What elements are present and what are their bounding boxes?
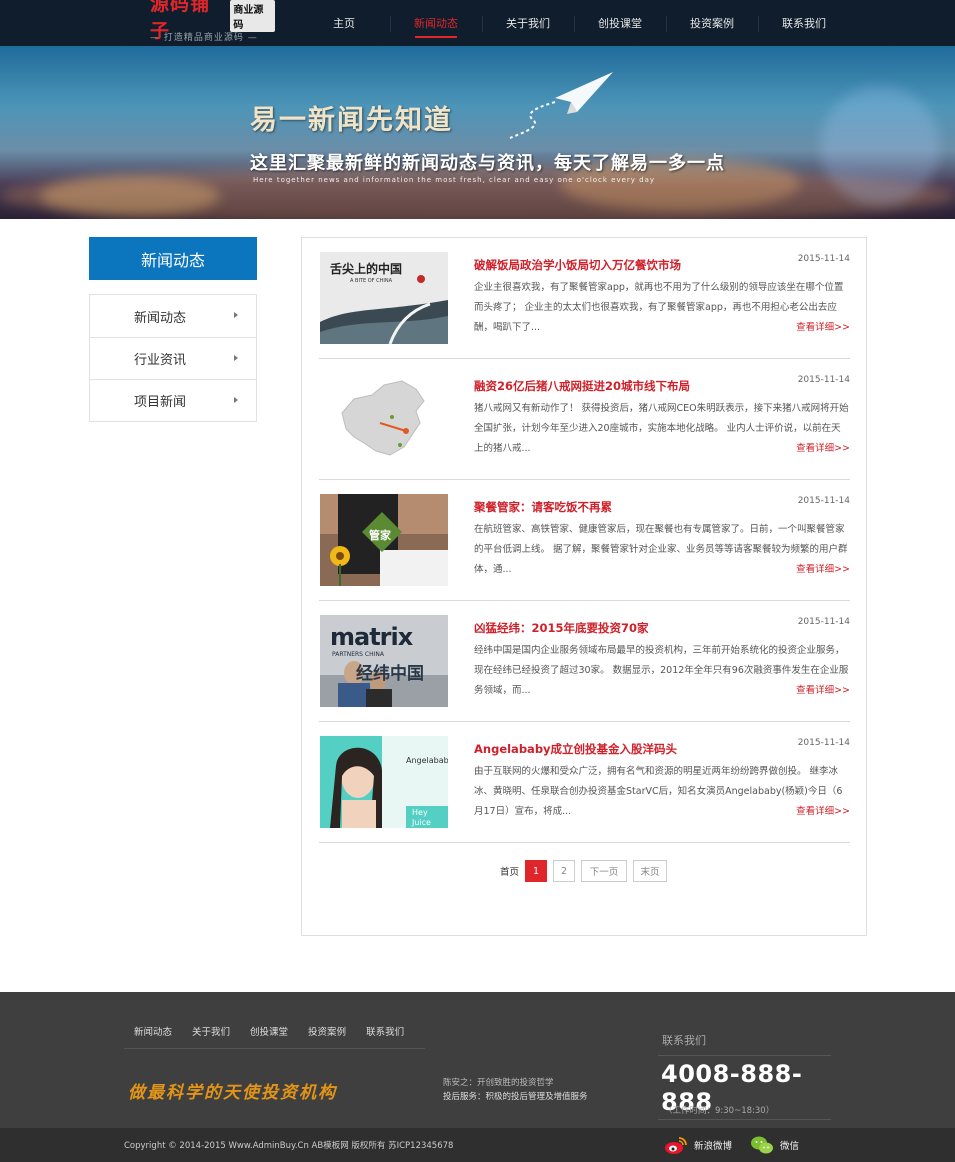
news-thumbnail[interactable] — [320, 373, 448, 465]
caret-right-icon — [234, 312, 238, 318]
site-header: 源码铺子 商业源码 — 打造精品商业源码 — 主页 新闻动态 关于我们 创投课堂… — [0, 0, 955, 46]
news-thumbnail[interactable]: 舌尖上的中国 A BITE OF CHINA — [320, 252, 448, 344]
news-thumbnail[interactable]: matrix PARTNERS CHINA 经纬中国 — [320, 615, 448, 707]
news-thumbnail[interactable]: 管家 — [320, 494, 448, 586]
news-list-panel: 舌尖上的中国 A BITE OF CHINA 破解饭局政治学小饭局切入万亿餐饮市… — [301, 237, 867, 936]
news-item: Angelababy Hey Juice Angelababy成立创投基金入股洋… — [319, 722, 850, 843]
news-date: 2015-11-14 — [797, 617, 850, 627]
main-nav: 主页 新闻动态 关于我们 创投课堂 投资案例 联系我们 — [298, 0, 850, 46]
news-summary: 猪八戒网又有新动作了！ 获得投资后，猪八戒网CEO朱明跃表示，接下来猪八戒网将开… — [474, 403, 849, 454]
read-more-link[interactable]: 查看详细>> — [796, 803, 850, 817]
china-map-icon — [320, 373, 448, 465]
read-more-link[interactable]: 查看详细>> — [796, 682, 850, 696]
footer-contact-title: 联系我们 — [662, 1034, 706, 1047]
news-date: 2015-11-14 — [797, 738, 850, 748]
thumb-subcaption: A BITE OF CHINA — [350, 278, 393, 284]
thumb-caption: matrix — [330, 623, 413, 651]
weibo-link[interactable]: 新浪微博 — [664, 1135, 732, 1155]
banner-subtitle-en: Here together news and information the m… — [253, 176, 656, 184]
read-more-link[interactable]: 查看详细>> — [796, 319, 850, 333]
thumb-caption-cn: 经纬中国 — [356, 664, 424, 684]
site-logo[interactable]: 源码铺子 商业源码 — 打造精品商业源码 — — [150, 0, 275, 43]
thumb-caption: Angelababy — [406, 756, 448, 765]
logo-tagline: — 打造精品商业源码 — — [150, 33, 258, 43]
sidebar-title: 新闻动态 — [89, 237, 257, 280]
logo-badge: 商业源码 — [230, 0, 275, 32]
thumb-subcaption: Hey Juice — [412, 808, 431, 827]
banner-title: 易一新闻先知道 — [250, 105, 453, 136]
news-summary: 在航班管家、高铁管家、健康管家后，现在聚餐也有专属管家了。日前，一个叫聚餐管家的… — [474, 524, 848, 575]
nav-item-home[interactable]: 主页 — [298, 0, 390, 46]
thumb-subcaption: PARTNERS CHINA — [332, 651, 384, 658]
copyright-text: Copyright © 2014-2015 Www.AdminBuy.Cn AB… — [124, 1141, 454, 1151]
pagination-last[interactable]: 末页 — [633, 860, 668, 882]
pagination-page-1[interactable]: 1 — [525, 860, 548, 882]
news-title-link[interactable]: Angelababy成立创投基金入股洋码头 — [474, 741, 677, 757]
wechat-link[interactable]: 微信 — [750, 1135, 799, 1155]
news-summary: 企业主很喜欢我，有了聚餐管家app，就再也不用为了什么级别的领导应该坐在哪个位置… — [474, 282, 844, 333]
wechat-icon — [751, 1136, 773, 1154]
footer-note: 陈安之：开创致胜的投资哲学 投后服务：积极的投后管理及增值服务 — [443, 1076, 588, 1104]
pagination: 首页 1 2 下一页 末页 — [500, 860, 673, 882]
news-item: matrix PARTNERS CHINA 经纬中国 凶猛经纬：2015年底要投… — [319, 601, 850, 722]
pagination-page-2[interactable]: 2 — [553, 860, 576, 882]
caret-right-icon — [234, 397, 238, 403]
footer-hours: （工作时间：9:30~18:30） — [664, 1106, 775, 1116]
footer-note-line: 投后服务：积极的投后管理及增值服务 — [443, 1092, 588, 1102]
news-item: 融资26亿后猪八戒网挺进20城市线下布局 2015-11-14 猪八戒网又有新动… — [319, 359, 850, 480]
paper-plane-icon — [509, 72, 613, 139]
sidebar-item-label: 项目新闻 — [134, 395, 187, 410]
news-item: 舌尖上的中国 A BITE OF CHINA 破解饭局政治学小饭局切入万亿餐饮市… — [319, 238, 850, 359]
footer-link-cases[interactable]: 投资案例 — [298, 1024, 356, 1038]
news-title-link[interactable]: 破解饭局政治学小饭局切入万亿餐饮市场 — [474, 257, 681, 273]
weibo-icon — [665, 1137, 687, 1154]
sidebar-item-label: 新闻动态 — [134, 310, 187, 326]
news-date: 2015-11-14 — [797, 496, 850, 506]
weibo-label: 新浪微博 — [694, 1141, 733, 1152]
footer-note-line: 陈安之：开创致胜的投资哲学 — [443, 1078, 554, 1088]
news-summary: 由于互联网的火爆和受众广泛，拥有名气和资源的明星近两年纷纷跨界做创投。 继李冰冰… — [474, 766, 843, 817]
footer-nav: 新闻动态 关于我们 创投课堂 投资案例 联系我们 — [124, 1024, 425, 1049]
pagination-first[interactable]: 首页 — [500, 864, 519, 878]
hero-banner: 易一新闻先知道 这里汇聚最新鲜的新闻动态与资讯，每天了解易一多一点 Here t… — [0, 46, 955, 219]
nav-item-cases[interactable]: 投资案例 — [666, 0, 758, 46]
banner-subtitle: 这里汇聚最新鲜的新闻动态与资讯，每天了解易一多一点 — [250, 153, 725, 174]
nav-item-class[interactable]: 创投课堂 — [574, 0, 666, 46]
footer-link-news[interactable]: 新闻动态 — [124, 1024, 182, 1038]
footer-link-class[interactable]: 创投课堂 — [240, 1024, 298, 1038]
sidebar-item-industry[interactable]: 行业资讯 — [90, 337, 256, 379]
news-title-link[interactable]: 聚餐管家：请客吃饭不再累 — [474, 499, 612, 515]
nav-item-contact[interactable]: 联系我们 — [758, 0, 850, 46]
news-date: 2015-11-14 — [797, 254, 850, 264]
news-thumbnail[interactable]: Angelababy Hey Juice — [320, 736, 448, 828]
sidebar-item-news[interactable]: 新闻动态 — [90, 295, 256, 337]
sidebar-item-label: 行业资讯 — [134, 353, 187, 368]
footer-link-contact[interactable]: 联系我们 — [356, 1024, 414, 1038]
news-title-link[interactable]: 凶猛经纬：2015年底要投资70家 — [474, 620, 649, 636]
wechat-label: 微信 — [780, 1141, 800, 1152]
thumb-caption: 舌尖上的中国 — [330, 262, 403, 276]
news-summary: 经纬中国是国内企业服务领域布局最早的投资机构，三年前开始系统化的投资企业服务，现… — [474, 645, 849, 696]
news-date: 2015-11-14 — [797, 375, 850, 385]
pagination-next[interactable]: 下一页 — [581, 860, 628, 882]
nav-item-news[interactable]: 新闻动态 — [390, 0, 482, 46]
read-more-link[interactable]: 查看详细>> — [796, 561, 850, 575]
footer-link-about[interactable]: 关于我们 — [182, 1024, 240, 1038]
footer-bottom-bar: Copyright © 2014-2015 Www.AdminBuy.Cn AB… — [0, 1128, 955, 1162]
site-footer: 新闻动态 关于我们 创投课堂 投资案例 联系我们 做最科学的天使投资机构 陈安之… — [0, 992, 955, 1128]
read-more-link[interactable]: 查看详细>> — [796, 440, 850, 454]
caret-right-icon — [234, 355, 238, 361]
sidebar-menu: 新闻动态 行业资讯 项目新闻 — [89, 294, 257, 422]
nav-item-about[interactable]: 关于我们 — [482, 0, 574, 46]
thumb-caption: 管家 — [369, 529, 391, 542]
news-item: 管家 聚餐管家：请客吃饭不再累 2015-11-14 在航班管家、高铁管家、健康… — [319, 480, 850, 601]
news-title-link[interactable]: 融资26亿后猪八戒网挺进20城市线下布局 — [474, 378, 690, 394]
footer-slogan: 做最科学的天使投资机构 — [128, 1083, 337, 1103]
sidebar-item-projects[interactable]: 项目新闻 — [90, 379, 256, 421]
